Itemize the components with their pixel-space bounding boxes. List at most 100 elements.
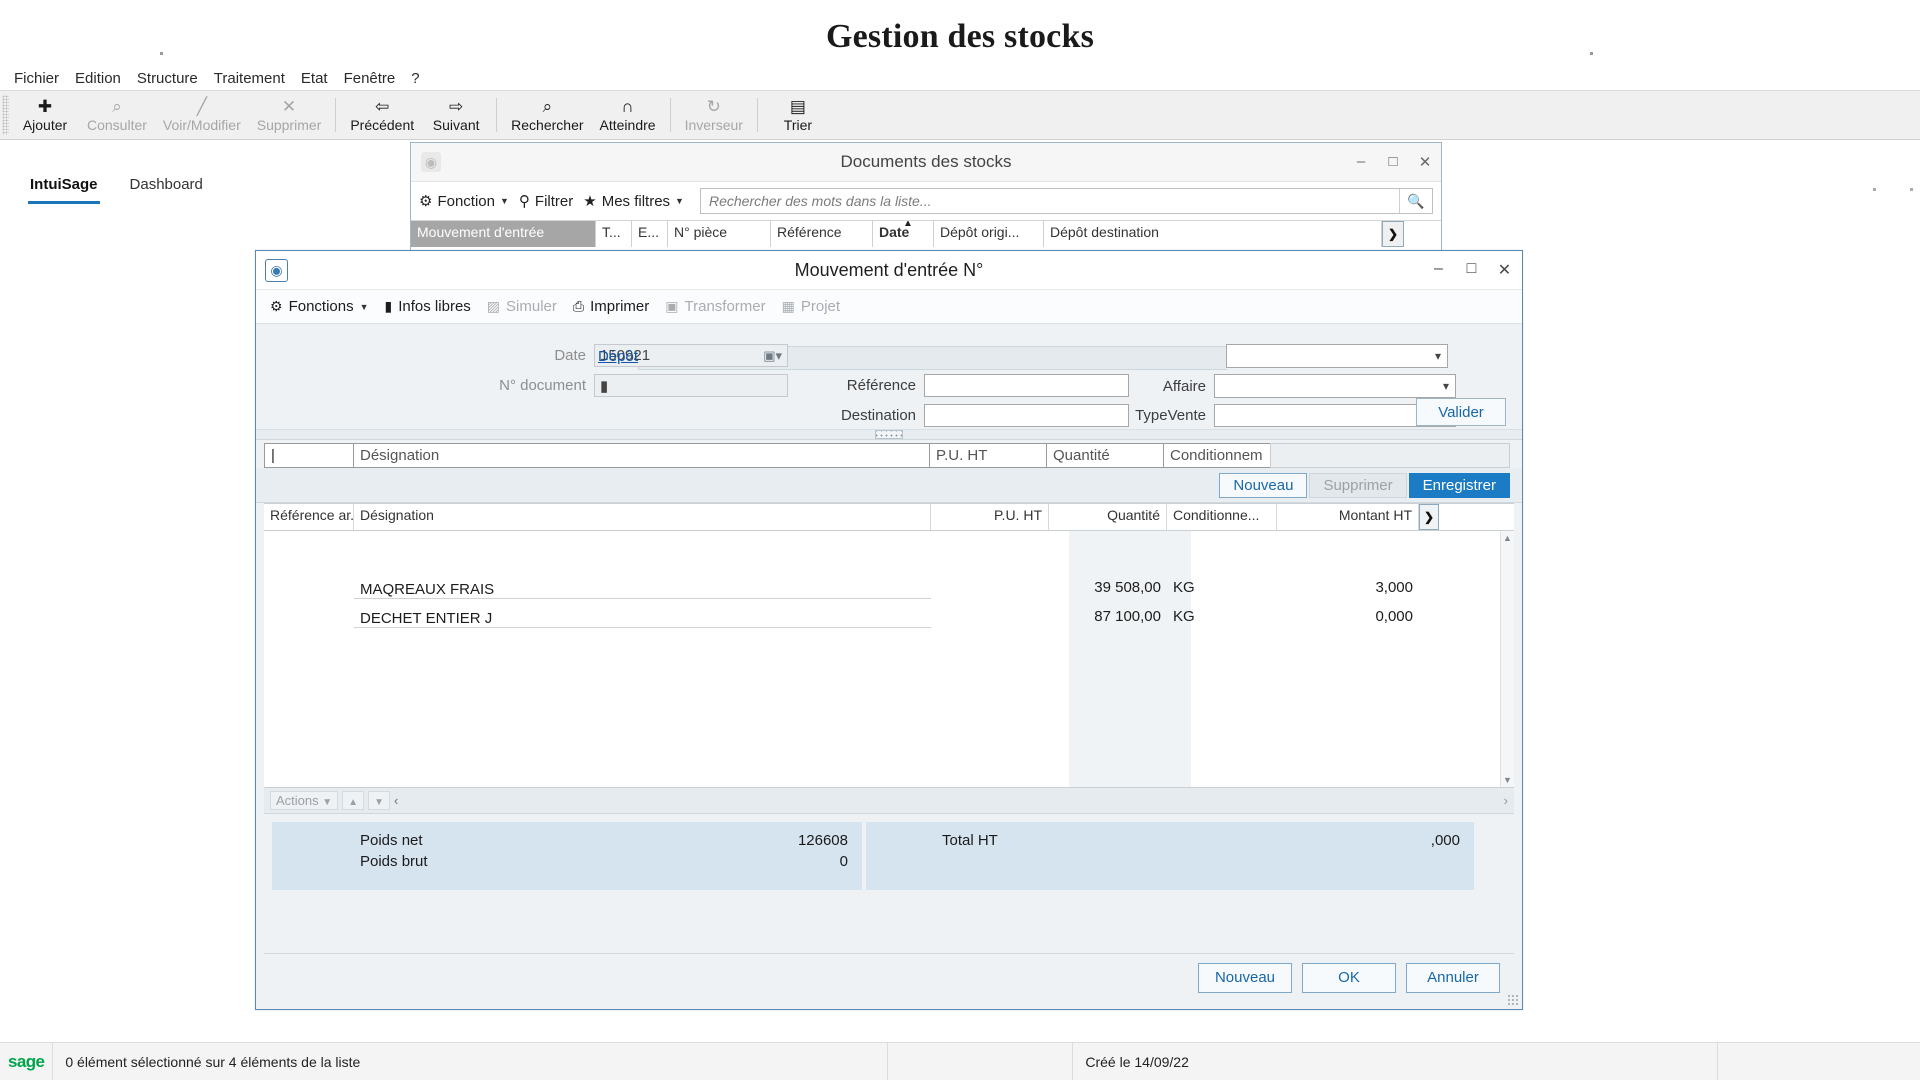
poids-net-value: 126608 [797, 832, 848, 849]
doc-column-header[interactable]: Date ▲ [873, 221, 934, 247]
field-destination: Destination [586, 404, 1129, 427]
resize-grip[interactable] [1507, 994, 1519, 1006]
actions-menu[interactable]: Actions ▼ [270, 791, 339, 810]
table-row[interactable]: MAQREAUX FRAIS 39 508,00 KG 3,000 [264, 573, 1514, 602]
menu-item-traitement[interactable]: Traitement [206, 70, 293, 87]
toolbar-drag-handle[interactable] [2, 95, 9, 135]
maximize-icon[interactable]: □ [1385, 153, 1401, 171]
toolbar-button-label: Ajouter [22, 116, 68, 133]
panel-splitter[interactable] [256, 430, 1522, 440]
poids-net-label: Poids net [360, 832, 423, 849]
menu-item-[interactable]: ? [403, 70, 427, 87]
doc-column-header[interactable]: Mouvement d'entrée [411, 221, 596, 247]
toolbar-button-pr-c-dent[interactable]: ⇦ Précédent [342, 91, 422, 140]
modal-toolbar-label: Projet [800, 298, 841, 315]
mouvement-entree-dialog: ◉ Mouvement d'entrée N° – □ ✕ ⚙ Fonctions… [255, 250, 1523, 1010]
toolbar-button-ajouter[interactable]: ✚ Ajouter [11, 91, 79, 140]
maximize-icon[interactable]: □ [1464, 260, 1479, 280]
search-icon[interactable]: 🔍 [1399, 189, 1432, 213]
weights-panel: Poids net 126608 Poids brut 0 [272, 822, 862, 890]
filtrer-button[interactable]: ⚲ Filtrer [518, 192, 573, 211]
line-column-header[interactable]: Quantité [1049, 504, 1167, 530]
toolbar-button-label: Trier [783, 116, 813, 133]
line-column-header[interactable]: Désignation [354, 504, 931, 530]
close-icon[interactable]: ✕ [1497, 260, 1512, 280]
modal-toolbar-simuler: ▨ Simuler [487, 298, 557, 315]
move-down-button[interactable]: ▼ [368, 791, 390, 810]
entry-conditionnement-input[interactable]: Conditionnem [1163, 443, 1271, 468]
mes-filtres-menu[interactable]: ★ Mes filtres ▼ [583, 192, 684, 211]
nouveau-line-button[interactable]: Nouveau [1219, 472, 1308, 498]
nav-tab-dashboard[interactable]: Dashboard [128, 172, 205, 204]
table-row[interactable]: DECHET ENTIER J 87 100,00 KG 0,000 [264, 602, 1514, 631]
doc-search-box[interactable]: Rechercher des mots dans la liste... 🔍 [699, 188, 1433, 214]
menu-item-fen-tre[interactable]: Fenêtre [336, 70, 404, 87]
depot-combo[interactable]: ▾ [1226, 344, 1448, 368]
minimize-icon[interactable]: – [1431, 260, 1446, 280]
status-created-text: Créé le 14/09/22 [1085, 1053, 1189, 1070]
menu-item-edition[interactable]: Edition [67, 70, 129, 87]
toolbar-button-atteindre[interactable]: ∩ Atteindre [592, 91, 664, 140]
modal-titlebar: ◉ Mouvement d'entrée N° – □ ✕ [256, 251, 1522, 290]
nav-tab-intuisage[interactable]: IntuiSage [28, 172, 100, 204]
doc-grid-expand-button[interactable]: ❯ [1382, 221, 1404, 247]
doc-column-header[interactable]: Dépôt destination [1044, 221, 1382, 247]
entry-quantite-input[interactable]: Quantité [1046, 443, 1164, 468]
toolbar-button-suivant[interactable]: ⇨ Suivant [422, 91, 490, 140]
doc-column-header[interactable]: Dépôt origi... [934, 221, 1044, 247]
close-icon[interactable]: ✕ [1417, 153, 1433, 171]
status-gap-cell [888, 1043, 1072, 1080]
doc-column-header[interactable]: N° pièce [668, 221, 771, 247]
doc-column-label: Dépôt destination [1050, 224, 1159, 240]
minimize-icon[interactable]: – [1353, 153, 1369, 171]
ok-button[interactable]: OK [1302, 962, 1396, 993]
chevron-right-icon[interactable]: › [1504, 793, 1508, 808]
toolbar-button-rechercher[interactable]: ⌕ Rechercher [503, 91, 591, 140]
doc-column-header[interactable]: Référence [771, 221, 873, 247]
toolbar-button-label: Rechercher [511, 116, 584, 133]
modal-toolbar-label: Simuler [506, 298, 557, 315]
entry-reference-input[interactable]: | [264, 443, 354, 468]
menu-item-fichier[interactable]: Fichier [6, 70, 67, 87]
reference-label: Référence [846, 377, 916, 394]
ndocument-label: N° document [499, 377, 586, 394]
scroll-up-icon[interactable]: ▲ [1503, 533, 1512, 543]
entry-designation-input[interactable]: Désignation [353, 443, 930, 468]
chevron-left-icon[interactable]: ‹ [394, 793, 398, 808]
grid-vertical-scrollbar[interactable]: ▲ ▼ [1500, 531, 1514, 787]
toolbar-separator [496, 98, 498, 132]
menu-item-etat[interactable]: Etat [293, 70, 336, 87]
line-column-header[interactable]: P.U. HT [931, 504, 1049, 530]
move-up-button[interactable]: ▲ [342, 791, 365, 810]
nouveau-button[interactable]: Nouveau [1198, 962, 1292, 993]
fonction-menu[interactable]: ⚙ Fonction ▼ [419, 192, 509, 211]
entry-pu-ht-input[interactable]: P.U. HT [929, 443, 1047, 468]
grid-footer-bar: Actions ▼ ▲ ▼ ‹ › [264, 788, 1514, 814]
valider-button[interactable]: Valider [1416, 398, 1506, 426]
line-column-header[interactable]: Montant HT [1277, 504, 1419, 530]
entry-extra-cell[interactable] [1270, 443, 1510, 468]
printer-icon: ⎙ [572, 298, 585, 314]
magnifier-icon: ⚲ [518, 193, 530, 210]
modal-toolbar-fonctions[interactable]: ⚙ Fonctions ▼ [270, 298, 369, 315]
modal-toolbar-infos-libres[interactable]: ▮ Infos libres [385, 298, 471, 315]
line-column-header[interactable]: Référence ar... [264, 504, 354, 530]
toolbar-button-trier[interactable]: ▤ Trier [764, 91, 832, 140]
splitter-grip[interactable] [875, 430, 903, 439]
depot-label[interactable]: Dépôt [586, 348, 646, 365]
modal-toolbar-imprimer[interactable]: ⎙ Imprimer [573, 298, 649, 315]
menu-item-structure[interactable]: Structure [129, 70, 206, 87]
line-column-header[interactable]: Conditionne... [1167, 504, 1277, 530]
toolbar-button-label: Supprimer [256, 116, 322, 133]
scroll-down-icon[interactable]: ▼ [1503, 775, 1512, 785]
decorative-dot-b [1910, 188, 1913, 191]
annuler-button[interactable]: Annuler [1406, 962, 1500, 993]
grid-action-bar: Nouveau Supprimer Enregistrer [256, 468, 1522, 503]
doc-column-header[interactable]: T... [596, 221, 632, 247]
lines-grid-expand-button[interactable]: ❯ [1419, 504, 1439, 530]
status-selection-text: 0 élément sélectionné sur 4 éléments de … [65, 1053, 361, 1070]
actions-label: Actions [276, 793, 319, 808]
enregistrer-line-button[interactable]: Enregistrer [1408, 472, 1510, 498]
affaire-combo[interactable]: ▾ [1214, 374, 1456, 398]
doc-column-header[interactable]: E... [632, 221, 668, 247]
